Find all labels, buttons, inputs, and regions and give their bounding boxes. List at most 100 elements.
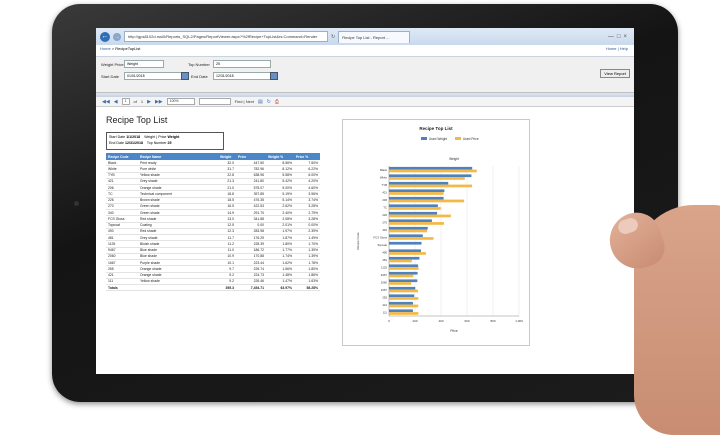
info-wp-value: Weight	[167, 135, 180, 139]
legend-label: Used Weight	[429, 137, 447, 141]
column-header[interactable]: Recipe Code	[106, 153, 138, 160]
browser-titlebar: ← → http://gps8102d.rssi0/Reports_SQL2/P…	[96, 28, 634, 45]
bar-price	[389, 192, 444, 195]
start-date-label: Start Date	[101, 74, 120, 79]
bar-price	[389, 259, 412, 263]
end-date-input[interactable]: 12/31/2018	[213, 72, 271, 80]
page-total: 1	[140, 99, 144, 104]
bar-price	[389, 267, 419, 270]
bar-weight	[389, 309, 413, 313]
last-page-icon[interactable]: ▶▶	[155, 99, 163, 105]
y-tick-label: 421	[382, 190, 387, 194]
parameters-panel: Weight Price Weight Top Number 25 Start …	[96, 57, 634, 93]
info-start-label: Start Date	[109, 135, 126, 139]
top-number-label: Top Number	[188, 62, 210, 67]
bar-price	[389, 274, 414, 278]
address-bar[interactable]: http://gps8102d.rssi0/Reports_SQL2/Pages…	[124, 31, 328, 42]
breadcrumb-current: RecipeTopList	[115, 46, 141, 51]
y-tick-label: 9467	[381, 273, 388, 277]
print-icon[interactable]: ⎙	[275, 99, 279, 105]
bar-weight	[389, 219, 432, 223]
top-number-input[interactable]: 25	[213, 60, 271, 68]
weight-price-select[interactable]: Weight	[124, 60, 164, 68]
bar-weight	[389, 196, 444, 200]
calendar-icon[interactable]	[270, 72, 278, 80]
totals-cell: Totals	[106, 283, 138, 292]
info-end-label: End Date	[109, 141, 124, 145]
bar-price	[389, 297, 419, 300]
page-number-input[interactable]: 1	[121, 98, 130, 105]
first-page-icon[interactable]: ◀◀	[102, 99, 110, 105]
totals-cell: 7,454.71	[236, 283, 266, 292]
bar-price	[389, 289, 418, 293]
y-tick-label: 206	[382, 198, 387, 202]
bar-weight	[389, 249, 421, 253]
table-body: Black Print ready 32.0 447.50 8.56% 7.50% Whit…	[106, 160, 320, 292]
tablet-screen: ← → http://gps8102d.rssi0/Reports_SQL2/P…	[96, 28, 634, 374]
column-header[interactable]: Price	[236, 153, 266, 160]
column-header[interactable]: Recipe Name	[138, 153, 186, 160]
refresh-icon[interactable]: ↻	[331, 34, 335, 40]
info-top-label: Top Number	[146, 141, 167, 145]
home-help-links[interactable]: Home | Help	[606, 46, 628, 51]
bar-weight	[389, 204, 438, 208]
legend-label: Used Price	[463, 137, 479, 141]
bar-price	[389, 214, 451, 218]
zoom-select[interactable]: 100%	[166, 98, 195, 105]
breadcrumb: Home > RecipeTopList Home | Help	[96, 45, 634, 57]
x-tick-label: 800	[490, 319, 495, 323]
bar-weight	[389, 174, 472, 178]
window-controls-icon[interactable]: —□×	[608, 34, 630, 40]
column-header	[186, 153, 218, 160]
bar-weight	[389, 211, 438, 215]
totals-cell: 58.28%	[294, 283, 320, 292]
bar-weight	[389, 301, 413, 305]
breadcrumb-home-link[interactable]: Home	[100, 46, 111, 51]
next-page-icon[interactable]: ▶	[147, 99, 151, 105]
y-tick-label: 2060	[381, 280, 388, 284]
recipe-table: Recipe Code Recipe Name Weight Price Wei…	[106, 153, 320, 292]
tablet-frame: ← → http://gps8102d.rssi0/Reports_SQL2/P…	[52, 4, 678, 402]
previous-page-icon[interactable]: ◀	[114, 99, 118, 105]
totals-cell	[138, 283, 186, 292]
bar-price	[389, 199, 465, 203]
y-tick-label: 340	[382, 228, 387, 232]
bar-price	[389, 207, 441, 210]
legend-swatch	[421, 137, 427, 140]
x-tick-label: 600	[464, 319, 469, 323]
export-icon[interactable]: ▤	[258, 99, 263, 105]
x-axis-title: Price	[450, 329, 457, 333]
chart-title: Recipe Top List	[419, 126, 453, 131]
column-header[interactable]: Weight %	[266, 153, 294, 160]
hand-image	[600, 205, 720, 435]
bar-weight	[389, 234, 423, 238]
y-tick-label: 1667	[381, 288, 388, 292]
bar-weight	[389, 264, 419, 268]
y-tick-label: Topcoat	[377, 243, 387, 247]
x-tick-label: 1,000	[515, 319, 523, 323]
back-arrow-icon[interactable]: ←	[100, 31, 110, 42]
find-input[interactable]	[198, 98, 231, 105]
refresh-report-icon[interactable]: ↻	[267, 99, 271, 105]
totals-row: Totals 395.3 7,454.71 63.97% 58.28%	[106, 283, 320, 292]
recipe-bar-chart: Recipe Top List Used Weight Used Price Weig…	[342, 119, 530, 346]
browser-tab[interactable]: Recipe Top List - Report ...	[338, 30, 411, 43]
find-next-links[interactable]: Find | Next	[235, 99, 254, 104]
y-tick-label: 481	[382, 258, 387, 262]
y-tick-label: 111	[383, 310, 388, 314]
y-tick-label: TC	[383, 205, 387, 209]
x-tick-label: 200	[412, 319, 417, 323]
bar-price	[389, 252, 426, 255]
totals-cell: 395.3	[218, 283, 236, 292]
top-axis-label: Weight	[449, 157, 459, 161]
bar-price	[389, 222, 444, 225]
info-wp-label: Weight | Price	[144, 135, 167, 139]
view-report-button[interactable]: View Report	[600, 69, 630, 78]
info-start-value: 1/1/2018	[126, 135, 141, 139]
forward-arrow-icon[interactable]: →	[113, 32, 121, 41]
calendar-icon[interactable]	[181, 72, 189, 80]
column-header[interactable]: Price %	[294, 153, 320, 160]
start-date-input[interactable]: 01/01/2018	[124, 72, 182, 80]
bar-price	[389, 312, 419, 315]
column-header[interactable]: Weight	[218, 153, 236, 160]
